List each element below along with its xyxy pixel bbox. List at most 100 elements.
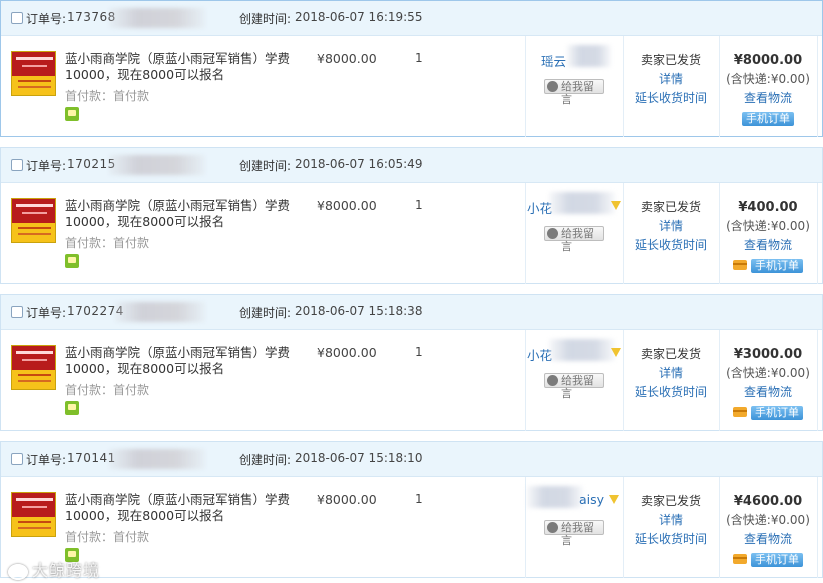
divider: [817, 477, 818, 578]
order-checkbox[interactable]: [11, 453, 23, 465]
created-label: 创建时间:: [239, 306, 292, 320]
product-thumbnail[interactable]: [11, 51, 56, 96]
redacted-blur: [109, 155, 205, 175]
product-thumbnail[interactable]: [11, 198, 56, 243]
created-time: 2018-06-07 15:18:10: [295, 451, 423, 465]
order-amount: ¥400.00 (含快递:¥0.00) 查看物流 手机订单: [719, 198, 817, 274]
deposit-info: 首付款：首付款: [65, 236, 150, 250]
flag-icon[interactable]: [611, 201, 621, 210]
message-icon: [547, 375, 558, 386]
order-checkbox[interactable]: [11, 12, 23, 24]
leave-message-button[interactable]: 给我留言: [544, 520, 604, 547]
details-link[interactable]: 详情: [623, 364, 719, 383]
divider: [817, 330, 818, 431]
product-thumbnail[interactable]: [11, 345, 56, 390]
message-icon: [547, 81, 558, 92]
flag-icon[interactable]: [611, 348, 621, 357]
order-no-label: 订单号:: [26, 159, 67, 173]
divider: [525, 36, 526, 137]
order-status: 卖家已发货 详情 延长收货时间: [623, 198, 719, 255]
created-label: 创建时间:: [239, 159, 292, 173]
order-no-label: 订单号:: [26, 453, 67, 467]
product-title[interactable]: 蓝小雨商学院（原蓝小雨冠军销售）学费10000，现在8000可以报名: [65, 492, 315, 524]
redacted-blur: [109, 8, 205, 28]
unit-price: ¥8000.00: [317, 198, 377, 213]
shipping-fee: (含快递:¥0.00): [726, 513, 810, 527]
total-amount: ¥3000.00: [733, 347, 803, 362]
gift-icon[interactable]: [65, 254, 79, 268]
unit-price: ¥8000.00: [317, 492, 377, 507]
view-logistics-link[interactable]: 查看物流: [719, 89, 817, 108]
details-link[interactable]: 详情: [623, 217, 719, 236]
extend-receipt-link[interactable]: 延长收货时间: [623, 236, 719, 255]
total-amount: ¥400.00: [738, 200, 798, 215]
quantity: 1: [415, 345, 423, 359]
view-logistics-link[interactable]: 查看物流: [719, 236, 817, 255]
status-text: 卖家已发货: [640, 347, 701, 361]
product-title[interactable]: 蓝小雨商学院（原蓝小雨冠军销售）学费10000，现在8000可以报名: [65, 345, 315, 377]
redacted-blur: [549, 339, 615, 361]
mobile-order-badge: 手机订单: [751, 405, 803, 420]
status-text: 卖家已发货: [640, 494, 701, 508]
order-no-label: 订单号:: [26, 306, 67, 320]
order-header: 订单号: 170215 创建时间: 2018-06-07 16:05:49: [1, 148, 822, 183]
status-text: 卖家已发货: [640, 53, 701, 67]
order-amount: ¥3000.00 (含快递:¥0.00) 查看物流 手机订单: [719, 345, 817, 421]
buyer-name[interactable]: aisy: [579, 492, 604, 507]
redacted-blur: [549, 192, 615, 214]
redacted-blur: [567, 45, 611, 67]
created-time: 2018-06-07 16:19:55: [295, 10, 423, 24]
mobile-order-badge: 手机订单: [751, 552, 803, 567]
leave-message-button[interactable]: 给我留言: [544, 79, 604, 106]
divider: [525, 477, 526, 578]
gift-icon[interactable]: [65, 401, 79, 415]
order-status: 卖家已发货 详情 延长收货时间: [623, 492, 719, 549]
created-time: 2018-06-07 16:05:49: [295, 157, 423, 171]
card-icon: [733, 553, 747, 564]
total-amount: ¥4600.00: [733, 494, 803, 509]
filter-icon[interactable]: [609, 495, 619, 504]
unit-price: ¥8000.00: [317, 51, 377, 66]
order-card: 订单号: 170141 创建时间: 2018-06-07 15:18:10 蓝小…: [0, 441, 823, 578]
product-thumbnail[interactable]: [11, 492, 56, 537]
order-header: 订单号: 173768 创建时间: 2018-06-07 16:19:55: [1, 1, 822, 36]
view-logistics-link[interactable]: 查看物流: [719, 530, 817, 549]
leave-message-button[interactable]: 给我留言: [544, 373, 604, 400]
details-link[interactable]: 详情: [623, 511, 719, 530]
extend-receipt-link[interactable]: 延长收货时间: [623, 530, 719, 549]
redacted-blur: [527, 486, 583, 508]
leave-message-button[interactable]: 给我留言: [544, 226, 604, 253]
product-title[interactable]: 蓝小雨商学院（原蓝小雨冠军销售）学费10000，现在8000可以报名: [65, 51, 315, 83]
details-link[interactable]: 详情: [623, 70, 719, 89]
watermark: 大鲸跨境: [8, 557, 100, 581]
extend-receipt-link[interactable]: 延长收货时间: [623, 89, 719, 108]
quantity: 1: [415, 492, 423, 506]
created-label: 创建时间:: [239, 12, 292, 26]
redacted-blur: [115, 302, 205, 322]
order-header: 订单号: 1702274 创建时间: 2018-06-07 15:18:38: [1, 295, 822, 330]
watermark-logo-icon: [8, 563, 28, 580]
mobile-order-badge: 手机订单: [742, 111, 794, 126]
quantity: 1: [415, 198, 423, 212]
product-title[interactable]: 蓝小雨商学院（原蓝小雨冠军销售）学费10000，现在8000可以报名: [65, 198, 315, 230]
message-icon: [547, 522, 558, 533]
created-time: 2018-06-07 15:18:38: [295, 304, 423, 318]
order-status: 卖家已发货 详情 延长收货时间: [623, 51, 719, 108]
deposit-info: 首付款：首付款: [65, 383, 150, 397]
order-checkbox[interactable]: [11, 159, 23, 171]
card-icon: [733, 259, 747, 270]
message-icon: [547, 228, 558, 239]
quantity: 1: [415, 51, 423, 65]
order-amount: ¥4600.00 (含快递:¥0.00) 查看物流 手机订单: [719, 492, 817, 568]
order-checkbox[interactable]: [11, 306, 23, 318]
buyer-name[interactable]: 瑶云: [541, 51, 566, 70]
gift-icon[interactable]: [65, 107, 79, 121]
order-status: 卖家已发货 详情 延长收货时间: [623, 345, 719, 402]
divider: [525, 330, 526, 431]
order-card: 订单号: 1702274 创建时间: 2018-06-07 15:18:38 蓝…: [0, 294, 823, 431]
extend-receipt-link[interactable]: 延长收货时间: [623, 383, 719, 402]
order-amount: ¥8000.00 (含快递:¥0.00) 查看物流 手机订单: [719, 51, 817, 127]
status-text: 卖家已发货: [640, 200, 701, 214]
shipping-fee: (含快递:¥0.00): [726, 366, 810, 380]
view-logistics-link[interactable]: 查看物流: [719, 383, 817, 402]
